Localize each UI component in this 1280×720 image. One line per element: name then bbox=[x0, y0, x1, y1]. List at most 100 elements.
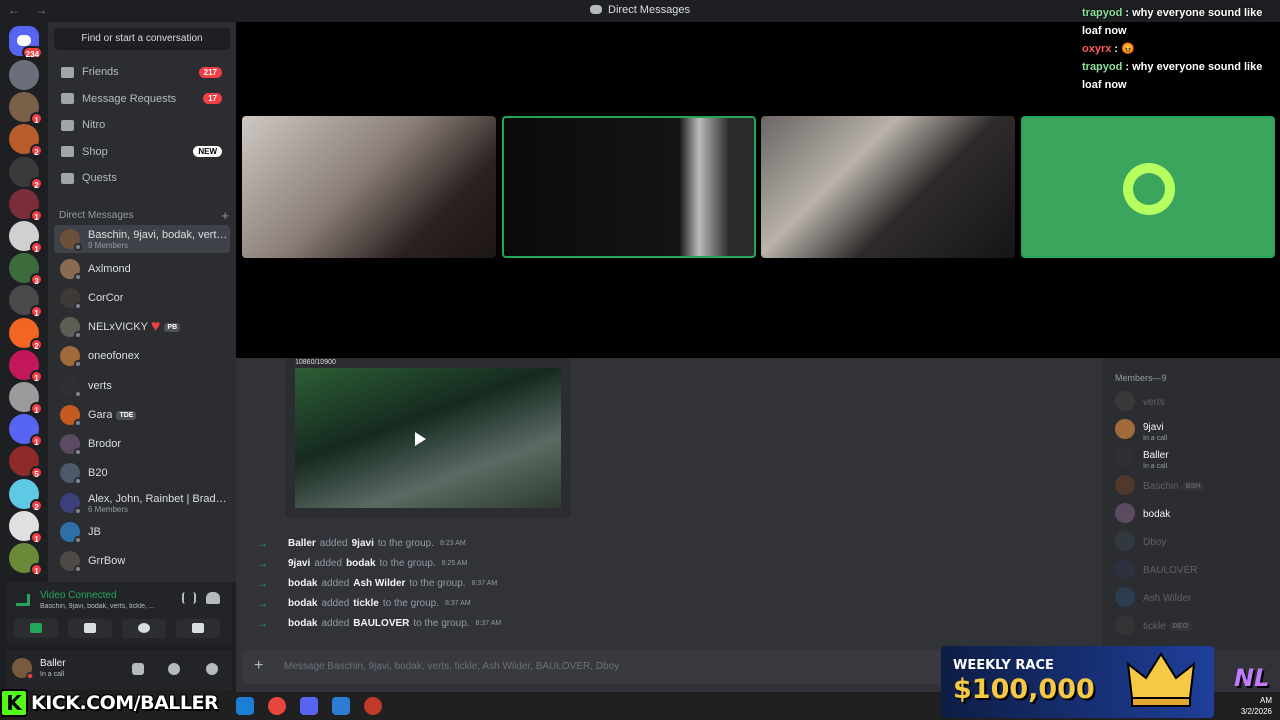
status-dot bbox=[74, 302, 82, 310]
dm-item[interactable]: B20 bbox=[54, 459, 230, 487]
target-name[interactable]: BAULOVER bbox=[353, 618, 409, 629]
verb: added bbox=[314, 557, 343, 569]
settings-gear-icon[interactable] bbox=[206, 663, 218, 675]
message-input[interactable]: Message Baschin, 9javi, bodak, verts, ti… bbox=[284, 661, 619, 672]
member-item[interactable]: Baschin BSH bbox=[1115, 474, 1275, 496]
server-icon[interactable]: 2 bbox=[9, 478, 43, 512]
nav-badge: 17 bbox=[203, 93, 222, 105]
play-icon[interactable] bbox=[415, 432, 426, 446]
server-icon[interactable] bbox=[9, 60, 39, 90]
target-name[interactable]: Ash Wilder bbox=[353, 578, 405, 589]
camera-button[interactable] bbox=[14, 619, 58, 638]
screen-share-button[interactable] bbox=[68, 619, 112, 638]
dm-name: Baschin, 9javi, bodak, verts, ... bbox=[88, 228, 228, 241]
member-name: Baller bbox=[1143, 449, 1169, 461]
avatar[interactable] bbox=[12, 658, 34, 680]
server-icon[interactable]: 3 bbox=[9, 253, 43, 287]
clock-date[interactable]: 3/2/2026 bbox=[1241, 707, 1272, 716]
chrome-icon[interactable] bbox=[268, 697, 286, 715]
server-icon[interactable]: 1 bbox=[9, 92, 43, 126]
server-icon[interactable]: 1 bbox=[9, 382, 43, 415]
activities-button[interactable] bbox=[122, 619, 166, 638]
member-item[interactable]: bodak bbox=[1115, 502, 1275, 524]
dm-item[interactable]: oneofonex bbox=[54, 342, 230, 370]
server-icon[interactable]: 2 bbox=[9, 156, 43, 190]
video-tile[interactable] bbox=[761, 116, 1015, 258]
dm-item[interactable]: verts bbox=[54, 372, 230, 400]
video-tile[interactable] bbox=[242, 116, 496, 258]
embed-counter: 10860/10900 bbox=[295, 359, 336, 366]
member-item[interactable]: Baller In a call bbox=[1115, 446, 1275, 470]
nav-nitro[interactable]: Nitro bbox=[54, 113, 230, 137]
server-unread-badge: 2 bbox=[30, 337, 43, 351]
headphones-icon[interactable] bbox=[168, 663, 180, 675]
server-icon[interactable]: 2 bbox=[9, 124, 43, 158]
dm-item[interactable]: Axlmond bbox=[54, 255, 230, 283]
home-unread-badge: 234 bbox=[21, 46, 43, 59]
nav-quests[interactable]: Quests bbox=[54, 166, 230, 190]
server-icon[interactable]: 1 bbox=[9, 349, 43, 383]
chat-username: oxyrx bbox=[1082, 43, 1112, 55]
home-button[interactable]: 234 bbox=[9, 26, 43, 59]
discord-taskbar-icon[interactable] bbox=[300, 697, 318, 715]
video-tile-speaking[interactable] bbox=[502, 116, 756, 258]
member-item[interactable]: tickle DEO bbox=[1115, 614, 1275, 636]
add-attachment-icon[interactable]: + bbox=[254, 657, 263, 675]
voice-channel[interactable]: Baschin, 9javi, bodak, verts, tickle, ..… bbox=[40, 603, 172, 610]
member-item[interactable]: BAULOVER bbox=[1115, 558, 1275, 580]
video-embed[interactable]: 10860/10900 bbox=[285, 358, 571, 518]
dm-text: oneofonex bbox=[88, 350, 139, 362]
server-icon[interactable]: 1 bbox=[9, 221, 43, 254]
nav-message-requests[interactable]: Message Requests 17 bbox=[54, 87, 230, 111]
member-item[interactable]: 9javi In a call bbox=[1115, 418, 1275, 442]
server-icon[interactable]: 1 bbox=[9, 188, 43, 222]
member-item[interactable]: verts bbox=[1115, 390, 1275, 412]
actor-name[interactable]: bodak bbox=[288, 618, 317, 629]
target-name[interactable]: tickle bbox=[353, 598, 379, 609]
find-conversation-button[interactable]: Find or start a conversation bbox=[54, 28, 230, 50]
soundboard-button[interactable] bbox=[176, 619, 220, 638]
actor-name[interactable]: bodak bbox=[288, 598, 317, 609]
target-name[interactable]: 9javi bbox=[352, 538, 374, 549]
dm-text: Gara TDE bbox=[88, 409, 137, 421]
member-item[interactable]: Ash Wilder bbox=[1115, 586, 1275, 608]
dm-item[interactable]: CorCor bbox=[54, 284, 230, 312]
race-title: WEEKLY RACE bbox=[953, 658, 1054, 673]
microphone-icon[interactable] bbox=[132, 663, 144, 675]
server-icon[interactable]: 5 bbox=[9, 446, 43, 480]
voice-status[interactable]: Video Connected bbox=[40, 590, 117, 601]
server-icon[interactable]: 1 bbox=[9, 285, 43, 319]
create-dm-icon[interactable]: + bbox=[221, 208, 229, 223]
avatar bbox=[60, 493, 82, 515]
actor-name[interactable]: Baller bbox=[288, 538, 316, 549]
noise-suppression-icon[interactable] bbox=[182, 592, 196, 604]
server-icon[interactable]: 1 bbox=[9, 414, 43, 448]
status-dot bbox=[74, 390, 82, 398]
server-icon[interactable]: 1 bbox=[9, 543, 43, 576]
dm-item[interactable]: GrrBow bbox=[54, 547, 230, 575]
recording-app-icon[interactable] bbox=[364, 697, 382, 715]
dm-item[interactable]: NELxVICKY ♥ PB bbox=[54, 313, 230, 341]
dm-item[interactable]: Alex, John, Rainbet | Brad, R... 6 Member… bbox=[54, 489, 230, 517]
dm-item[interactable]: JB bbox=[54, 518, 230, 546]
disconnect-icon[interactable] bbox=[206, 592, 220, 604]
dm-item[interactable]: Gara TDE bbox=[54, 401, 230, 429]
dm-item[interactable]: Brodor bbox=[54, 430, 230, 458]
clock-time[interactable]: AM bbox=[1260, 696, 1272, 705]
clan-tag: DEO bbox=[1169, 622, 1191, 631]
app-icon[interactable] bbox=[332, 697, 350, 715]
dm-name: B20 bbox=[88, 467, 108, 479]
nav-friends[interactable]: Friends 217 bbox=[54, 60, 230, 84]
dm-item[interactable]: Baschin, 9javi, bodak, verts, ... 9 Membe… bbox=[54, 225, 230, 253]
member-item[interactable]: Dboy bbox=[1115, 530, 1275, 552]
friends-icon bbox=[61, 66, 74, 78]
embed-video[interactable] bbox=[295, 368, 561, 508]
server-icon[interactable]: 2 bbox=[9, 317, 43, 351]
actor-name[interactable]: 9javi bbox=[288, 558, 310, 569]
nav-shop[interactable]: Shop NEW bbox=[54, 140, 230, 164]
message-rest: to the group. bbox=[409, 577, 466, 589]
server-icon[interactable]: 1 bbox=[9, 510, 43, 544]
avatar-tile[interactable] bbox=[1021, 116, 1275, 258]
actor-name[interactable]: bodak bbox=[288, 578, 317, 589]
target-name[interactable]: bodak bbox=[346, 558, 375, 569]
